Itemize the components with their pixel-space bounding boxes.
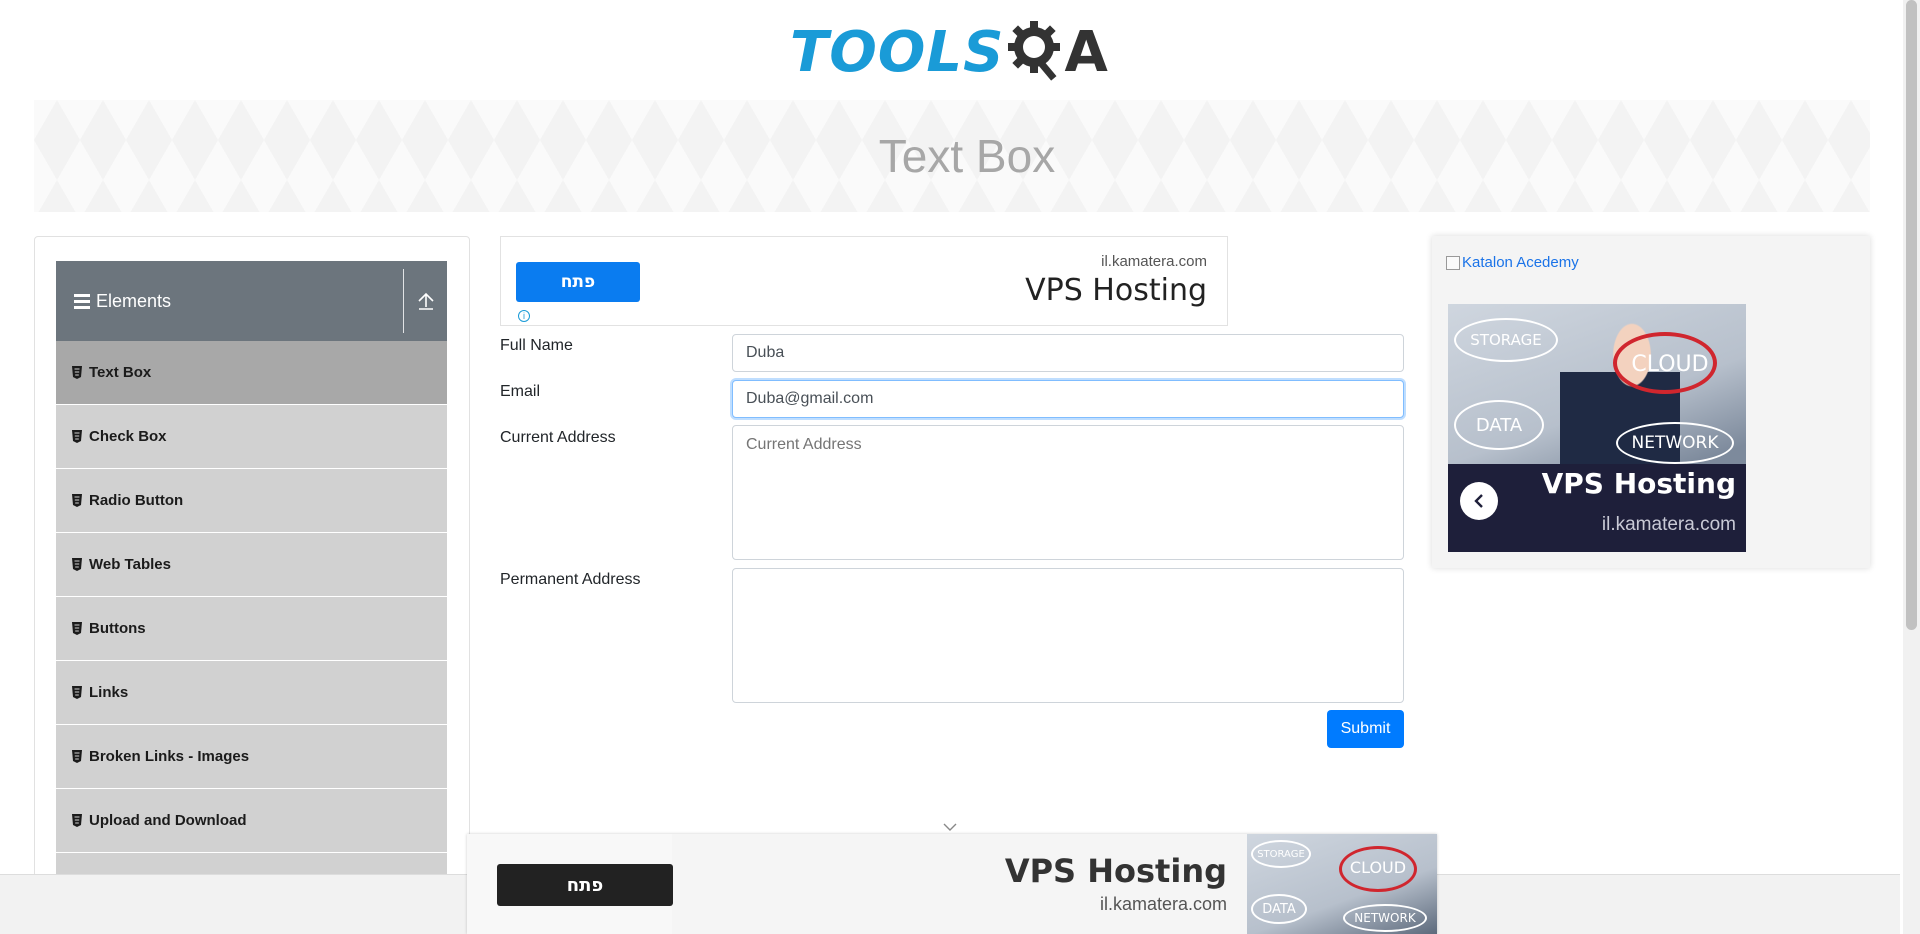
menu-icon [74, 293, 90, 309]
current-address-textarea[interactable] [732, 425, 1404, 560]
email-label: Email [500, 383, 541, 400]
html-icon [71, 494, 83, 507]
cloud-vps-ad[interactable]: STORAGE CLOUD DATA NETWORK VPS Hosting i… [1448, 304, 1746, 552]
ad-domain: il.kamatera.com [1099, 894, 1227, 914]
katalon-academy-link[interactable]: Katalon Acedemy [1446, 254, 1579, 271]
sidebar-item-web-tables[interactable]: Web Tables [56, 533, 447, 597]
page-scrollbar[interactable] [1903, 0, 1920, 934]
html-icon [71, 558, 83, 571]
html-icon [71, 814, 83, 827]
sidebar-item-upload-download[interactable]: Upload and Download [56, 789, 447, 853]
ad-domain: il.kamatera.com [1601, 514, 1736, 535]
ad-open-button[interactable]: פתח [516, 262, 640, 302]
html-icon [71, 686, 83, 699]
chevron-down-icon [943, 819, 957, 831]
elements-menu: Text Box Check Box Radio Button Web Tabl… [56, 341, 447, 917]
bottom-sticky-ad[interactable]: פתח VPS Hosting il.kamatera.com STORAGE … [467, 834, 1437, 934]
page-title: Text Box [878, 130, 1056, 182]
page-banner: Text Box [34, 100, 1870, 212]
permanent-address-label: Permanent Address [500, 571, 641, 588]
page: TOOLS A Text Box Elements Text Box Check… [0, 0, 1920, 934]
elements-group-header[interactable]: Elements [56, 261, 447, 341]
ad-title: VPS Hosting [1541, 467, 1736, 500]
group-title: Elements [96, 290, 172, 311]
sidebar-item-label: Text Box [89, 364, 152, 381]
data-bubble: DATA [1454, 400, 1544, 450]
ad-title: VPS Hosting [1025, 273, 1207, 308]
ad-info-icon[interactable]: i [518, 310, 530, 322]
right-ad-panel: Katalon Acedemy STORAGE CLOUD DATA NETWO… [1432, 236, 1870, 568]
network-bubble: NETWORK [1343, 904, 1427, 932]
html-icon [71, 622, 83, 635]
ad-title: VPS Hosting [1004, 852, 1227, 890]
full-name-input[interactable] [732, 334, 1404, 372]
cloud-bubble: CLOUD [1631, 351, 1709, 377]
left-sidebar: Elements Text Box Check Box Radio Button… [34, 236, 470, 934]
email-input[interactable] [732, 380, 1404, 418]
ad-domain: il.kamatera.com [1101, 253, 1207, 270]
sidebar-item-broken-links[interactable]: Broken Links - Images [56, 725, 447, 789]
sidebar-item-label: Radio Button [89, 492, 184, 509]
sidebar-item-label: Upload and Download [89, 812, 247, 829]
sidebar-item-links[interactable]: Links [56, 661, 447, 725]
carousel-prev-icon[interactable] [1460, 482, 1498, 520]
ad-open-button[interactable]: פתח [497, 864, 673, 906]
sidebar-item-radio-button[interactable]: Radio Button [56, 469, 447, 533]
sidebar-item-label: Buttons [89, 620, 146, 637]
sidebar-item-text-box[interactable]: Text Box [56, 341, 447, 405]
sidebar-item-check-box[interactable]: Check Box [56, 405, 447, 469]
html-icon [71, 366, 83, 379]
network-bubble: NETWORK [1616, 422, 1734, 464]
storage-bubble: STORAGE [1454, 318, 1558, 362]
gear-magnifier-icon [1006, 17, 1064, 88]
broken-image-icon [1446, 255, 1460, 270]
sidebar-item-buttons[interactable]: Buttons [56, 597, 447, 661]
sidebar-item-label: Web Tables [89, 556, 171, 573]
collapse-arrow-icon[interactable] [415, 289, 437, 313]
cloud-bubble: CLOUD [1349, 857, 1407, 877]
html-icon [71, 430, 83, 443]
cloud-ad-image: STORAGE CLOUD DATA NETWORK [1247, 834, 1437, 934]
scrollbar-thumb[interactable] [1906, 0, 1917, 630]
permanent-address-textarea[interactable] [732, 568, 1404, 703]
toolsqa-logo[interactable]: TOOLS A [790, 14, 1110, 90]
sidebar-item-label: Broken Links - Images [89, 748, 250, 765]
sidebar-item-label: Check Box [89, 428, 167, 445]
storage-bubble: STORAGE [1251, 840, 1311, 868]
katalon-alt-text: Katalon Acedemy [1462, 254, 1579, 271]
sidebar-item-label: Links [89, 684, 129, 701]
current-address-label: Current Address [500, 429, 616, 446]
top-ad-banner[interactable]: פתח il.kamatera.com VPS Hosting i [500, 236, 1228, 326]
full-name-label: Full Name [500, 337, 573, 354]
submit-button[interactable]: Submit [1327, 710, 1404, 748]
logo-suffix: A [1064, 19, 1108, 85]
data-bubble: DATA [1251, 894, 1307, 924]
header-divider [403, 269, 404, 333]
logo-text: TOOLS [790, 19, 1005, 85]
html-icon [71, 750, 83, 763]
